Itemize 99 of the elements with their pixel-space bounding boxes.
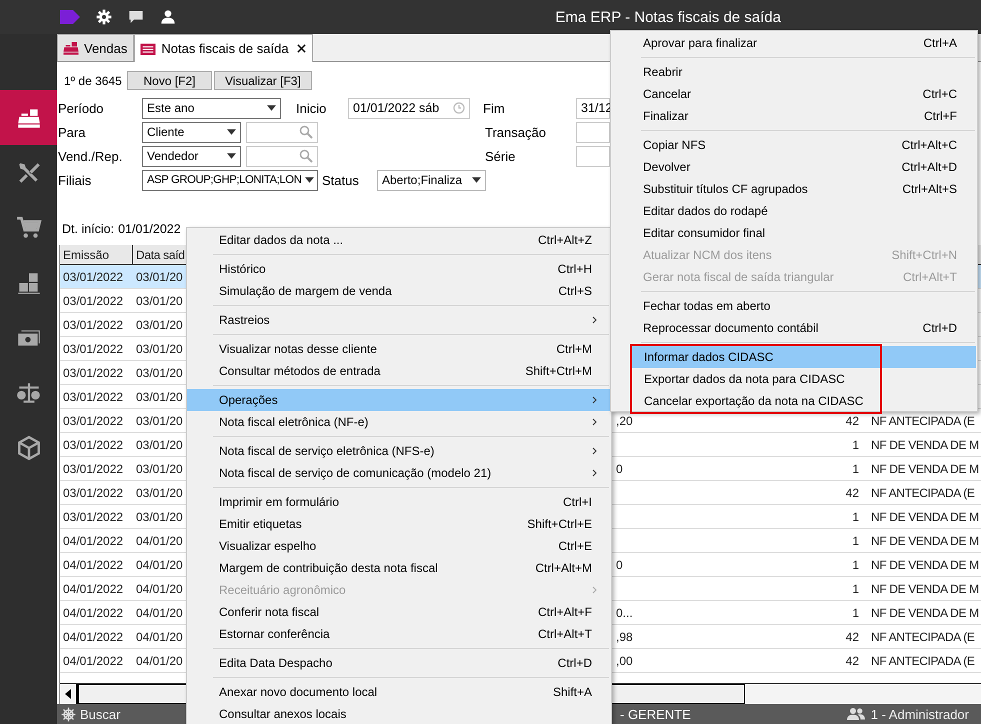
table-cell: NF DE VENDA DE M	[871, 510, 979, 524]
shortcut-text: Ctrl+Alt+Z	[538, 233, 592, 247]
shortcut-text: Ctrl+Alt+F	[538, 605, 592, 619]
window-title: Ema ERP - Notas fiscais de saída	[555, 8, 781, 26]
table-cell: 04/01/2022	[63, 558, 124, 572]
table-cell: NF ANTECIPADA (E	[871, 486, 975, 500]
table-cell: 42	[846, 654, 859, 668]
shortcut-text: Ctrl+Alt+D	[902, 160, 957, 174]
table-cell: 42	[846, 630, 859, 644]
shortcut-text: Ctrl+I	[562, 495, 592, 509]
table-cell: 04/01/2022	[63, 582, 124, 596]
table-cell: NF DE VENDA DE M	[871, 534, 979, 548]
field-label: Série	[485, 148, 516, 164]
shortcut-text: Shift+A	[552, 685, 592, 699]
table-cell: 1	[852, 438, 859, 452]
table-cell: 03/01/20	[136, 486, 183, 500]
field-label: Período	[57, 100, 105, 116]
table-cell: NF DE VENDA DE M	[871, 438, 979, 452]
field-label: Para	[57, 124, 86, 140]
field-label: Filiais	[57, 172, 92, 188]
table-cell: 03/01/20	[136, 414, 183, 428]
table-cell: 03/01/2022	[63, 486, 124, 500]
table-cell: 0	[616, 462, 623, 476]
table-cell: 04/01/20	[136, 534, 183, 548]
field-label: Dt. início:	[62, 222, 114, 236]
table-cell: 04/01/2022	[63, 606, 124, 620]
shortcut-text: Ctrl+Alt+S	[902, 182, 957, 196]
shortcut-text: Shift+Ctrl+E	[527, 517, 592, 531]
table-cell: 03/01/2022	[63, 342, 124, 356]
table-cell: 03/01/20	[136, 342, 183, 356]
table-cell: ,20	[616, 414, 633, 428]
date-value: 01/01/2022	[118, 222, 181, 236]
table-cell: 03/01/2022	[63, 438, 124, 452]
table-cell: 03/01/20	[136, 438, 183, 452]
table-cell: 1	[852, 582, 859, 596]
table-cell: 04/01/20	[136, 630, 183, 644]
table-cell: 04/01/2022	[63, 654, 124, 668]
table-cell: NF ANTECIPADA (E	[871, 654, 975, 668]
table-cell: 03/01/2022	[63, 390, 124, 404]
table-cell: 04/01/20	[136, 606, 183, 620]
table-cell: 04/01/2022	[63, 534, 124, 548]
field-label: Vend./Rep.	[57, 148, 124, 164]
shortcut-text: Ctrl+Alt+C	[902, 138, 957, 152]
shortcut-text: Ctrl+Alt+T	[538, 627, 592, 641]
shortcut-text: Ctrl+Alt+M	[535, 561, 592, 575]
table-cell: NF DE VENDA DE M	[871, 582, 979, 596]
table-cell: NF DE VENDA DE M	[871, 462, 979, 476]
table-cell: 03/01/20	[136, 318, 183, 332]
table-cell: NF ANTECIPADA (E	[871, 630, 975, 644]
table-cell: NF DE VENDA DE M	[871, 558, 979, 572]
table-cell: 42	[846, 414, 859, 428]
table-cell: 04/01/2022	[63, 630, 124, 644]
shortcut-text: Shift+Ctrl+M	[525, 364, 592, 378]
field-label: Inicio	[296, 100, 328, 116]
table-cell: 03/01/20	[136, 270, 183, 284]
shortcut-text: Ctrl+M	[556, 342, 592, 356]
table-cell: 1	[852, 534, 859, 548]
field-label: Fim	[483, 100, 506, 116]
shortcut-text: Ctrl+A	[923, 36, 957, 50]
shortcut-text: Ctrl+Alt+T	[902, 270, 957, 284]
table-cell: NF ANTECIPADA (E	[871, 414, 975, 428]
table-cell: 1	[852, 462, 859, 476]
table-cell: 03/01/2022	[63, 270, 124, 284]
shortcut-text: Ctrl+C	[922, 87, 957, 101]
table-cell: 03/01/2022	[63, 462, 124, 476]
table-cell: 04/01/20	[136, 582, 183, 596]
table-cell: 04/01/20	[136, 654, 183, 668]
record-counter: 1º de 3645	[64, 74, 123, 88]
table-cell: ,98	[616, 630, 633, 644]
shortcut-text: Ctrl+D	[558, 656, 592, 670]
shortcut-text: Ctrl+D	[922, 321, 957, 335]
field-label: Status	[322, 172, 360, 188]
shortcut-text: Ctrl+H	[558, 262, 592, 276]
table-cell: 1	[852, 558, 859, 572]
table-cell: 03/01/2022	[63, 510, 124, 524]
table-cell: 03/01/2022	[63, 294, 124, 308]
user-text: 1 - Administrador	[870, 706, 969, 722]
shortcut-text: Ctrl+F	[924, 109, 957, 123]
table-cell: 03/01/20	[136, 366, 183, 380]
table-cell: 0	[616, 558, 623, 572]
shortcut-text: Ctrl+E	[558, 539, 592, 553]
table-cell: 03/01/2022	[63, 366, 124, 380]
table-cell: NF DE VENDA DE M	[871, 606, 979, 620]
table-cell: 42	[846, 486, 859, 500]
table-cell: 1	[852, 510, 859, 524]
table-cell: 03/01/2022	[63, 414, 124, 428]
field-label: Transação	[485, 124, 547, 140]
table-cell: ,00	[616, 654, 633, 668]
role-text: - GERENTE	[620, 706, 692, 722]
table-cell: 03/01/20	[136, 462, 183, 476]
table-cell: 03/01/2022	[63, 318, 124, 332]
table-cell: 03/01/20	[136, 390, 183, 404]
table-cell: 03/01/20	[136, 294, 183, 308]
table-cell: 0...	[616, 606, 633, 620]
shortcut-text: Shift+Ctrl+N	[892, 248, 957, 262]
table-cell: 04/01/20	[136, 558, 183, 572]
table-cell: 1	[852, 606, 859, 620]
table-cell: 03/01/20	[136, 510, 183, 524]
shortcut-text: Ctrl+S	[558, 284, 592, 298]
